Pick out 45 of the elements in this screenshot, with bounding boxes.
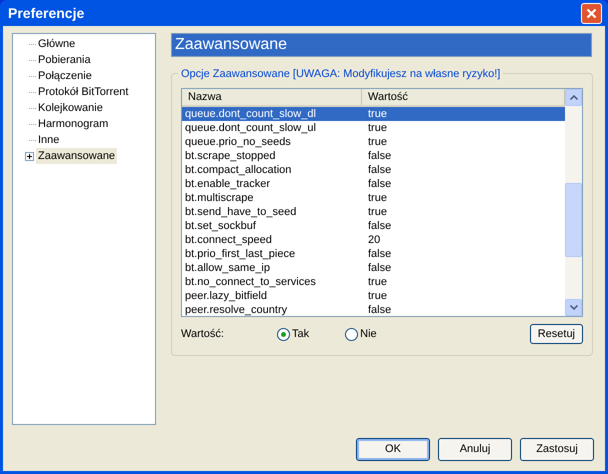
radio-option[interactable]: Tak — [277, 326, 310, 342]
group-legend: Opcje Zaawansowane [UWAGA: Modyfikujesz na własne ryzyko!] — [178, 66, 504, 82]
reset-button[interactable]: Resetuj — [530, 324, 583, 344]
radio-button[interactable] — [345, 328, 358, 340]
table-row[interactable]: peer.resolve_country false — [182, 303, 565, 317]
table-row[interactable]: bt.prio_first_last_piece false — [182, 247, 565, 261]
table-row[interactable]: bt.compact_allocation false — [182, 163, 565, 177]
scroll-down-button[interactable] — [565, 299, 582, 316]
chevron-down-icon — [570, 305, 578, 310]
tree-item[interactable]: Inne — [36, 132, 62, 148]
radio-option[interactable]: Nie — [345, 326, 377, 342]
page-title: Zaawansowane — [171, 33, 592, 57]
table-row[interactable]: bt.send_have_to_seed true — [182, 205, 565, 219]
table-row[interactable]: bt.scrape_stopped false — [182, 149, 565, 163]
table-row[interactable]: bt.set_sockbuf false — [182, 219, 565, 233]
tree-item[interactable]: Główne — [36, 36, 78, 52]
tree-item[interactable]: Harmonogram — [36, 116, 110, 132]
table-row[interactable]: bt.no_connect_to_services true — [182, 275, 565, 289]
scroll-up-button[interactable] — [565, 89, 582, 106]
scrollbar[interactable] — [565, 89, 582, 316]
window-title: Preferencje — [7, 4, 84, 23]
value-label: Wartość: — [181, 326, 225, 342]
chevron-up-icon — [570, 95, 578, 100]
dialog-button[interactable]: Zastosuj — [520, 438, 594, 461]
radio-button[interactable] — [277, 328, 290, 340]
close-icon — [586, 8, 597, 18]
close-button[interactable] — [581, 2, 602, 24]
expand-box[interactable] — [24, 152, 34, 160]
table-row[interactable]: bt.allow_same_ip false — [182, 261, 565, 275]
tree-item[interactable]: Zaawansowane — [36, 148, 118, 164]
table-row[interactable]: queue.prio_no_seeds true — [182, 135, 565, 149]
scroll-thumb[interactable] — [565, 183, 582, 257]
table-row[interactable]: bt.connect_speed 20 — [182, 233, 565, 247]
table-row[interactable]: peer.lazy_bitfield true — [182, 289, 565, 303]
tree-item[interactable]: Protokół BitTorrent — [36, 84, 130, 100]
table-row[interactable]: queue.dont_count_slow_dl true — [182, 107, 565, 121]
dialog-button[interactable]: Anuluj — [438, 438, 512, 461]
table-row[interactable]: bt.enable_tracker false — [182, 177, 565, 191]
tree-item[interactable]: Pobierania — [36, 52, 93, 68]
column-header[interactable]: Nazwa — [182, 89, 362, 105]
table-row[interactable]: queue.dont_count_slow_ul true — [182, 121, 565, 135]
dialog-button[interactable]: OK — [356, 438, 430, 461]
tree-item[interactable]: Połączenie — [36, 68, 94, 84]
table-row[interactable]: bt.multiscrape true — [182, 191, 565, 205]
tree-item[interactable]: Kolejkowanie — [36, 100, 105, 116]
